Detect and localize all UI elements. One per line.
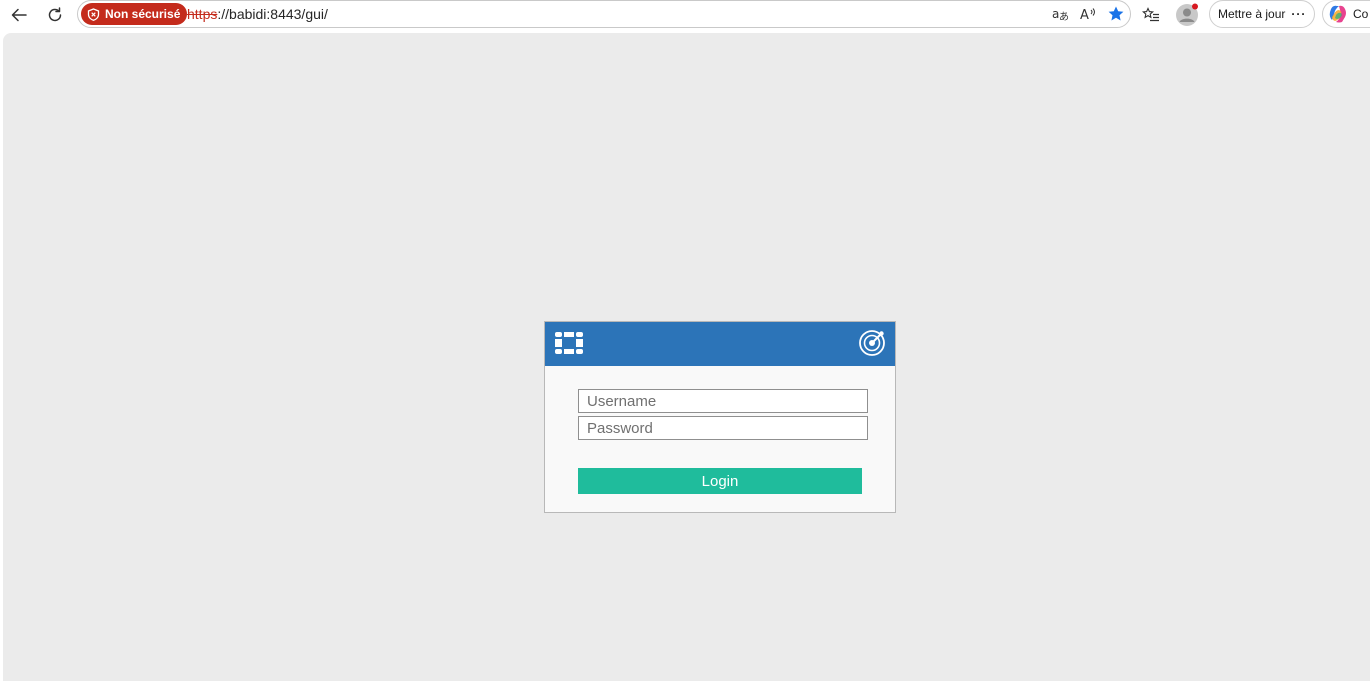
login-panel: Login [544, 321, 896, 513]
username-field[interactable] [578, 389, 868, 413]
more-options-icon[interactable]: ··· [1291, 7, 1306, 21]
read-aloud-icon[interactable]: A [1078, 4, 1098, 24]
shield-warning-icon [87, 7, 100, 21]
refresh-icon [48, 7, 62, 22]
url-text[interactable]: https://babidi:8443/gui/ [187, 6, 328, 22]
address-bar[interactable]: Non sécurisé https://babidi:8443/gui/ a … [77, 0, 1131, 28]
address-bar-actions: a あ A [1050, 3, 1126, 25]
login-button[interactable]: Login [578, 468, 862, 494]
password-field[interactable] [578, 416, 868, 440]
profile-avatar-icon [1176, 3, 1198, 26]
copilot-button[interactable]: Co [1322, 0, 1370, 28]
security-badge-label: Non sécurisé [105, 7, 181, 21]
profile-button[interactable] [1174, 2, 1200, 28]
login-header [545, 322, 895, 366]
browser-toolbar: Non sécurisé https://babidi:8443/gui/ a … [0, 0, 1370, 30]
fortinet-logo-icon [555, 332, 583, 354]
url-scheme: https [187, 6, 218, 22]
favorites-button[interactable] [1138, 2, 1164, 28]
refresh-button[interactable] [42, 2, 68, 28]
translate-icon[interactable]: a あ [1050, 4, 1070, 24]
back-arrow-icon [11, 8, 27, 22]
favorites-list-icon [1142, 7, 1159, 22]
star-icon[interactable] [1106, 4, 1126, 24]
svg-text:あ: あ [1059, 11, 1069, 22]
back-button[interactable] [6, 2, 32, 28]
radar-icon[interactable] [858, 329, 886, 357]
security-badge[interactable]: Non sécurisé [81, 3, 188, 25]
svg-text:A: A [1080, 8, 1089, 22]
copilot-label: Co [1353, 7, 1369, 21]
copilot-icon [1329, 5, 1346, 23]
update-button-label: Mettre à jour [1218, 7, 1286, 21]
update-button[interactable]: Mettre à jour ··· [1209, 0, 1315, 28]
url-path: ://babidi:8443/gui/ [217, 6, 328, 22]
